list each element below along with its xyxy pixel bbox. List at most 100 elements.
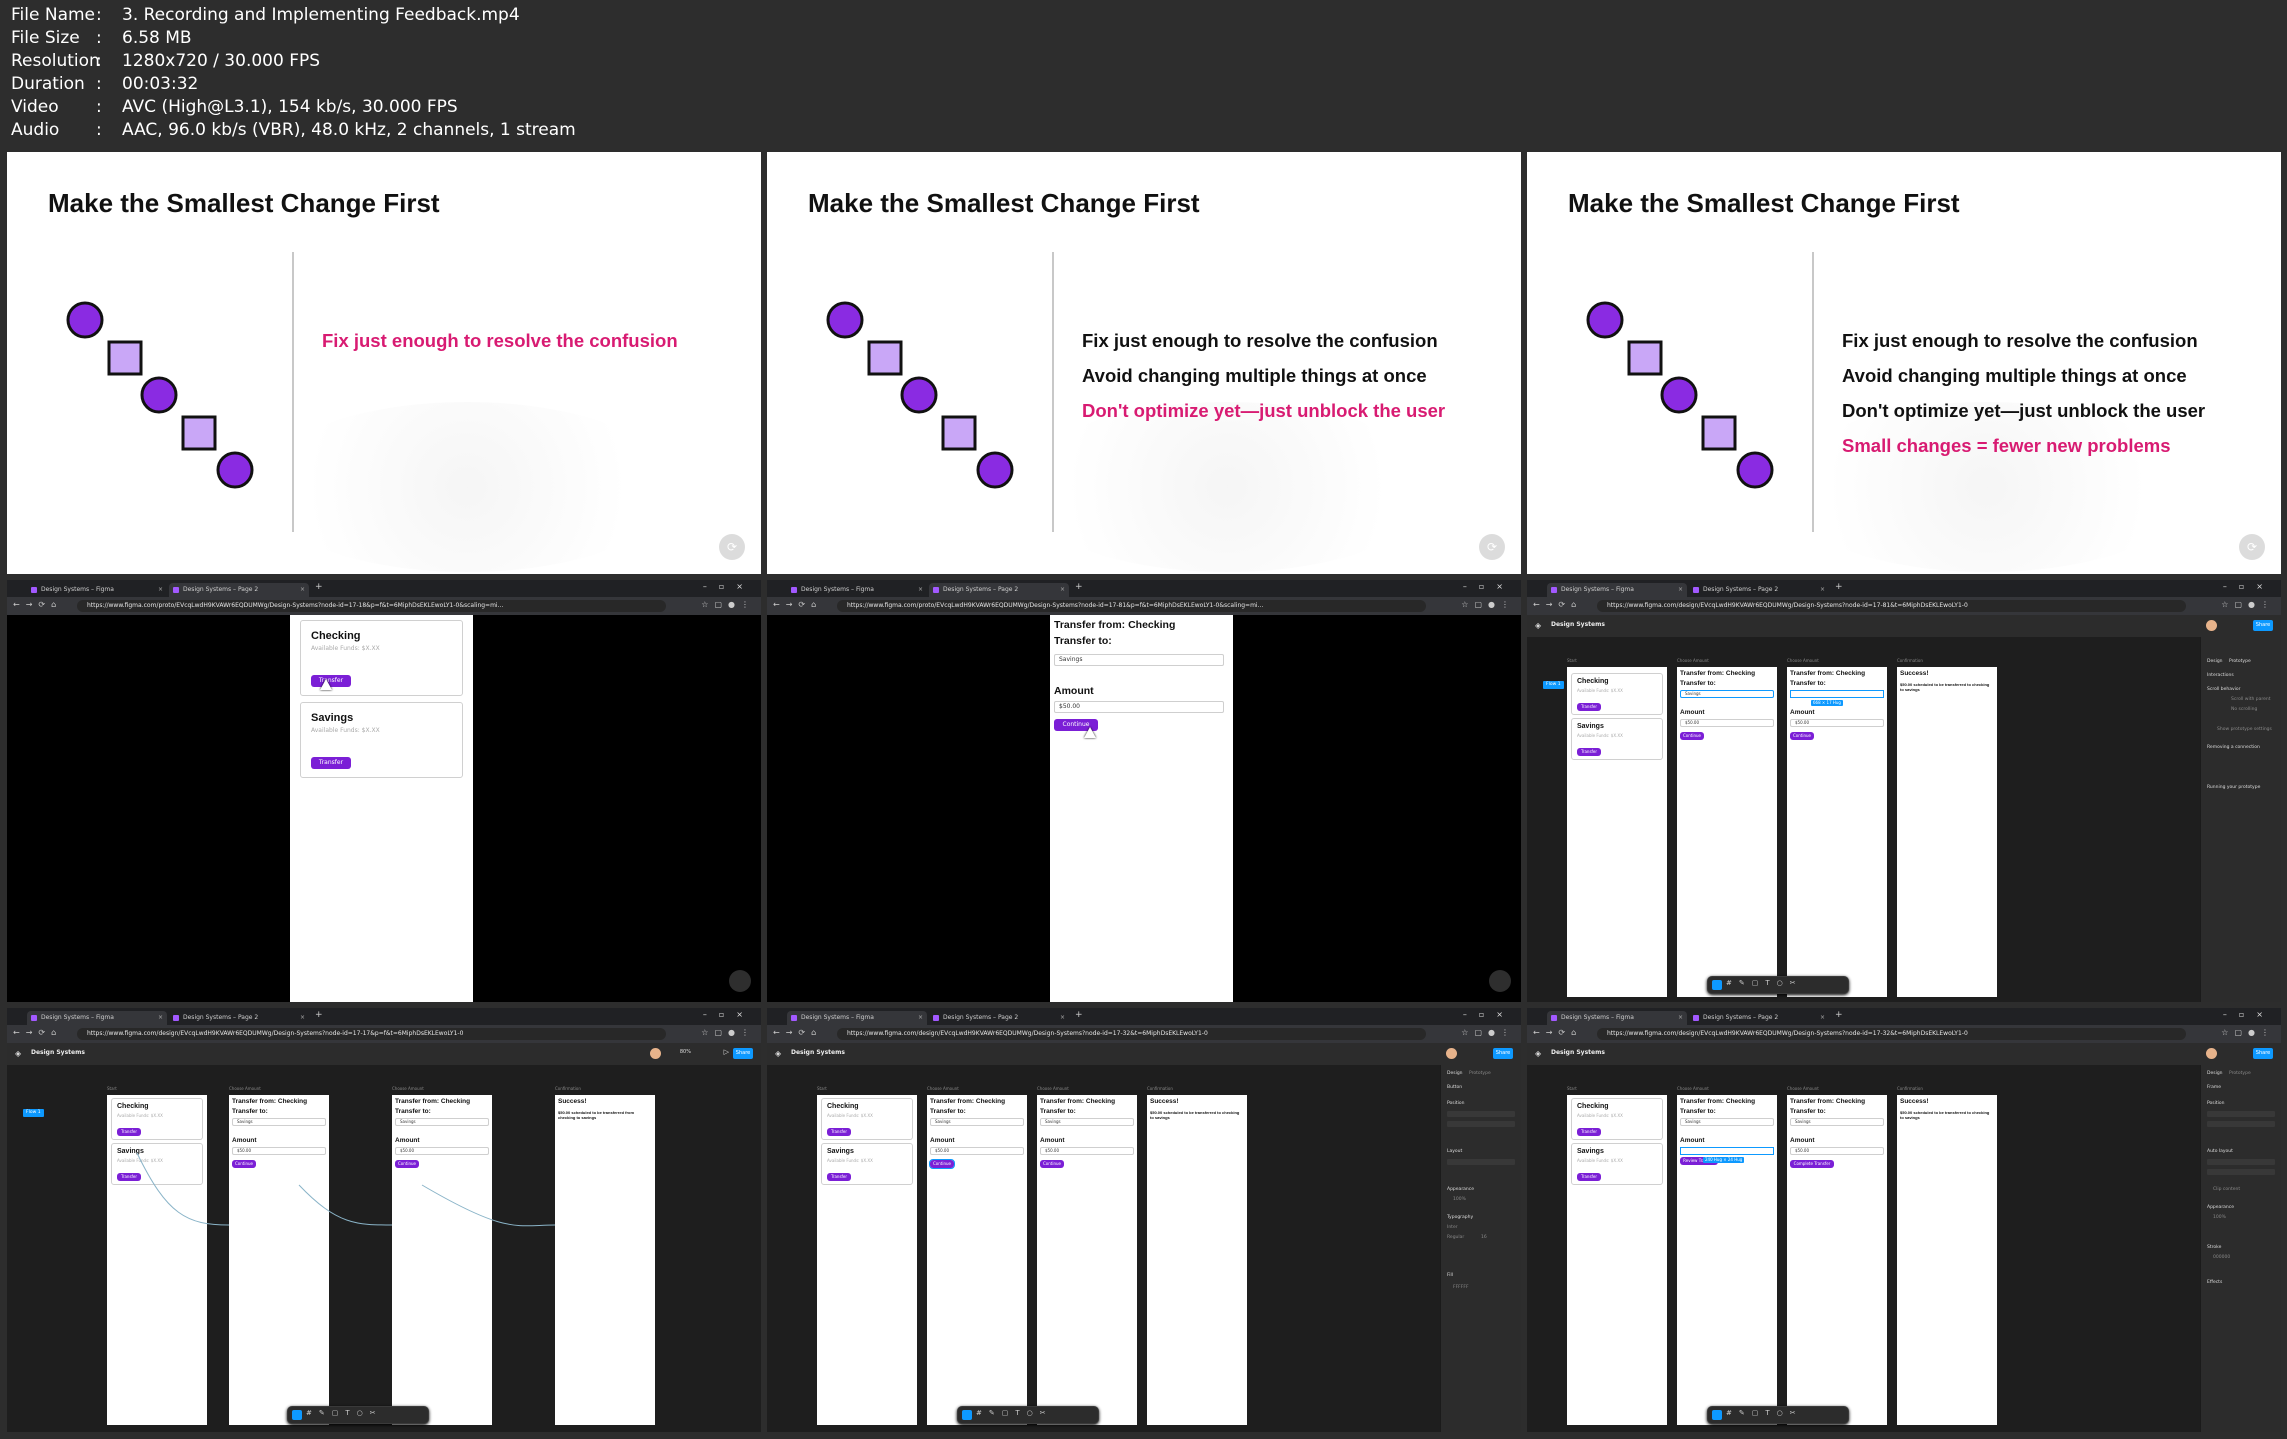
opacity-value[interactable]: 100% — [2213, 1215, 2226, 1220]
share-button[interactable]: Share — [2253, 1048, 2273, 1059]
transfer-to-input[interactable]: Savings — [930, 1118, 1024, 1126]
nav-icons[interactable]: ←→⟳⌂ — [13, 1028, 62, 1037]
tab-page2[interactable]: Design Systems – Page 2 × — [929, 1011, 1069, 1025]
close-icon[interactable]: × — [1678, 1011, 1683, 1025]
tab-prototype[interactable]: Prototype — [2229, 1071, 2251, 1076]
amount-input[interactable]: $50.00 — [1790, 1147, 1884, 1155]
tab-page2[interactable]: Design Systems – Page 2 × — [169, 1011, 309, 1025]
transfer-to-input[interactable]: Savings — [1790, 1118, 1884, 1126]
window-controls[interactable]: –▫× — [2223, 582, 2275, 591]
avatar[interactable] — [2206, 1048, 2217, 1059]
tab-figma[interactable]: Design Systems – Figma × — [787, 1011, 927, 1025]
frame-confirmation[interactable]: Confirmation Success! $50.00 scheduled t… — [1897, 658, 1997, 997]
new-tab-icon[interactable]: + — [1075, 582, 1083, 592]
window-controls[interactable]: –▫× — [2223, 1010, 2275, 1019]
frame-choose-amount-2[interactable]: Choose Amount Transfer from: Checking Tr… — [1787, 1086, 1887, 1425]
transfer-button[interactable]: Transfer — [1577, 1128, 1601, 1136]
new-tab-icon[interactable]: + — [1835, 1010, 1843, 1020]
close-icon[interactable]: × — [158, 583, 163, 597]
font-family-value[interactable]: Inter — [1447, 1225, 1458, 1230]
new-tab-icon[interactable]: + — [1835, 582, 1843, 592]
file-name[interactable]: Design Systems — [1551, 621, 1605, 628]
font-weight-value[interactable]: Regular — [1447, 1235, 1464, 1240]
window-controls[interactable]: –▫× — [703, 1010, 755, 1019]
close-icon[interactable]: × — [158, 1011, 163, 1025]
close-icon[interactable]: × — [918, 583, 923, 597]
tab-figma[interactable]: Design Systems – Figma × — [27, 1011, 167, 1025]
extension-icons[interactable]: ☆▢●⋮ — [701, 600, 755, 609]
fill-hex-value[interactable]: FFFFFF — [1453, 1285, 1469, 1290]
close-icon[interactable]: × — [300, 1011, 305, 1025]
frame-choose-amount-2[interactable]: Choose Amount Transfer from: Checking Tr… — [1787, 658, 1887, 997]
tool-icons[interactable]: #✎▢T○✂ — [976, 1409, 1053, 1417]
nav-icons[interactable]: ←→⟳⌂ — [773, 1028, 822, 1037]
font-size-value[interactable]: 16 — [1481, 1235, 1487, 1240]
continue-button[interactable]: Continue — [1790, 732, 1814, 740]
nav-icons[interactable]: ←→⟳⌂ — [13, 600, 62, 609]
file-name[interactable]: Design Systems — [791, 1049, 845, 1056]
url-input[interactable]: https://www.figma.com/proto/EVcqLwdH9KVA… — [77, 600, 666, 612]
tool-icons[interactable]: #✎▢T○✂ — [306, 1409, 383, 1417]
transfer-to-input[interactable]: Savings — [1040, 1118, 1134, 1126]
url-input[interactable]: https://www.figma.com/design/EVcqLwdH9KV… — [77, 1028, 666, 1040]
url-input[interactable]: https://www.figma.com/design/EVcqLwdH9KV… — [1597, 1028, 2186, 1040]
close-icon[interactable]: × — [1678, 583, 1683, 597]
window-controls[interactable]: –▫× — [1463, 582, 1515, 591]
extension-icons[interactable]: ☆▢●⋮ — [1461, 1028, 1515, 1037]
auto-layout-controls[interactable] — [2207, 1159, 2275, 1165]
extension-icons[interactable]: ☆▢●⋮ — [2221, 600, 2275, 609]
transfer-button[interactable]: Transfer — [311, 757, 351, 769]
frame-choose-amount[interactable]: Choose Amount Transfer from: Checking Tr… — [1677, 658, 1777, 997]
nav-icons[interactable]: ←→⟳⌂ — [1533, 600, 1582, 609]
tab-design[interactable]: Design — [1447, 1071, 1463, 1076]
file-name[interactable]: Design Systems — [1551, 1049, 1605, 1056]
share-button[interactable]: Share — [733, 1048, 753, 1059]
amount-input[interactable]: $50.00 — [1680, 719, 1774, 727]
tab-prototype[interactable]: Prototype — [1469, 1071, 1491, 1076]
tab-figma[interactable]: Design Systems – Figma × — [1547, 583, 1687, 597]
amount-input[interactable]: $50.00 — [1054, 701, 1224, 713]
tab-figma[interactable]: Design Systems – Figma × — [27, 583, 167, 597]
figma-canvas[interactable]: Flow 1 Start Checking Available Funds: $… — [1527, 637, 2201, 1002]
frame-start[interactable]: Start Checking Available Funds: $X.XX Tr… — [1567, 1086, 1667, 1425]
amount-input[interactable]: $50.00 — [930, 1147, 1024, 1155]
frame-confirmation[interactable]: Confirmation Success! $50.00 scheduled t… — [1897, 1086, 1997, 1425]
amount-input[interactable]: $50.00 — [1040, 1147, 1134, 1155]
nav-icons[interactable]: ←→⟳⌂ — [773, 600, 822, 609]
url-input[interactable]: https://www.figma.com/design/EVcqLwdH9KV… — [837, 1028, 1426, 1040]
scroll-position-value[interactable]: Scroll with parent — [2231, 697, 2271, 702]
frame-choose-amount[interactable]: Choose Amount Transfer from: Checking Tr… — [927, 1086, 1027, 1425]
tab-page2[interactable]: Design Systems – Page 2 × — [929, 583, 1069, 597]
new-tab-icon[interactable]: + — [1075, 1010, 1083, 1020]
tab-figma[interactable]: Design Systems – Figma × — [1547, 1011, 1687, 1025]
extension-icons[interactable]: ☆▢●⋮ — [1461, 600, 1515, 609]
window-controls[interactable]: –▫× — [1463, 1010, 1515, 1019]
position-controls[interactable] — [1447, 1121, 1515, 1127]
close-icon[interactable]: × — [1820, 1011, 1825, 1025]
continue-button[interactable]: Continue — [929, 1159, 955, 1169]
extension-icons[interactable]: ☆▢●⋮ — [701, 1028, 755, 1037]
zoom-level[interactable]: 80% — [680, 1049, 691, 1055]
url-input[interactable]: https://www.figma.com/proto/EVcqLwdH9KVA… — [837, 600, 1426, 612]
frame-start[interactable]: Start Checking Available Funds: $X.XX Tr… — [1567, 658, 1667, 997]
complete-transfer-button[interactable]: Complete Transfer — [1790, 1160, 1834, 1168]
tab-page2[interactable]: Design Systems – Page 2 × — [1689, 583, 1829, 597]
opacity-value[interactable]: 100% — [1453, 1197, 1466, 1202]
new-tab-icon[interactable]: + — [315, 1010, 323, 1020]
move-tool-icon[interactable] — [1712, 980, 1722, 990]
share-button[interactable]: Share — [2253, 620, 2273, 631]
figma-canvas[interactable]: Start Checking Available Funds: $X.XX Tr… — [1527, 1065, 2201, 1432]
tab-design[interactable]: Design — [2207, 1071, 2223, 1076]
figma-menu-icon[interactable]: ◈ — [1535, 621, 1541, 630]
figma-menu-icon[interactable]: ◈ — [1535, 1049, 1541, 1058]
avatar[interactable] — [2206, 620, 2217, 631]
tab-figma[interactable]: Design Systems – Figma × — [787, 583, 927, 597]
share-button[interactable]: Share — [1493, 1048, 1513, 1059]
transfer-to-input[interactable]: Savings — [1680, 1118, 1774, 1126]
close-icon[interactable]: × — [300, 583, 305, 597]
tool-icons[interactable]: #✎▢T○✂ — [1726, 979, 1803, 987]
tab-page2[interactable]: Design Systems – Page 2 × — [169, 583, 309, 597]
amount-input[interactable]: $50.00 — [1790, 719, 1884, 727]
selection-box[interactable] — [1790, 690, 1884, 698]
figma-canvas[interactable]: Flow 1 Start Checking Available Funds: $… — [7, 1065, 761, 1432]
